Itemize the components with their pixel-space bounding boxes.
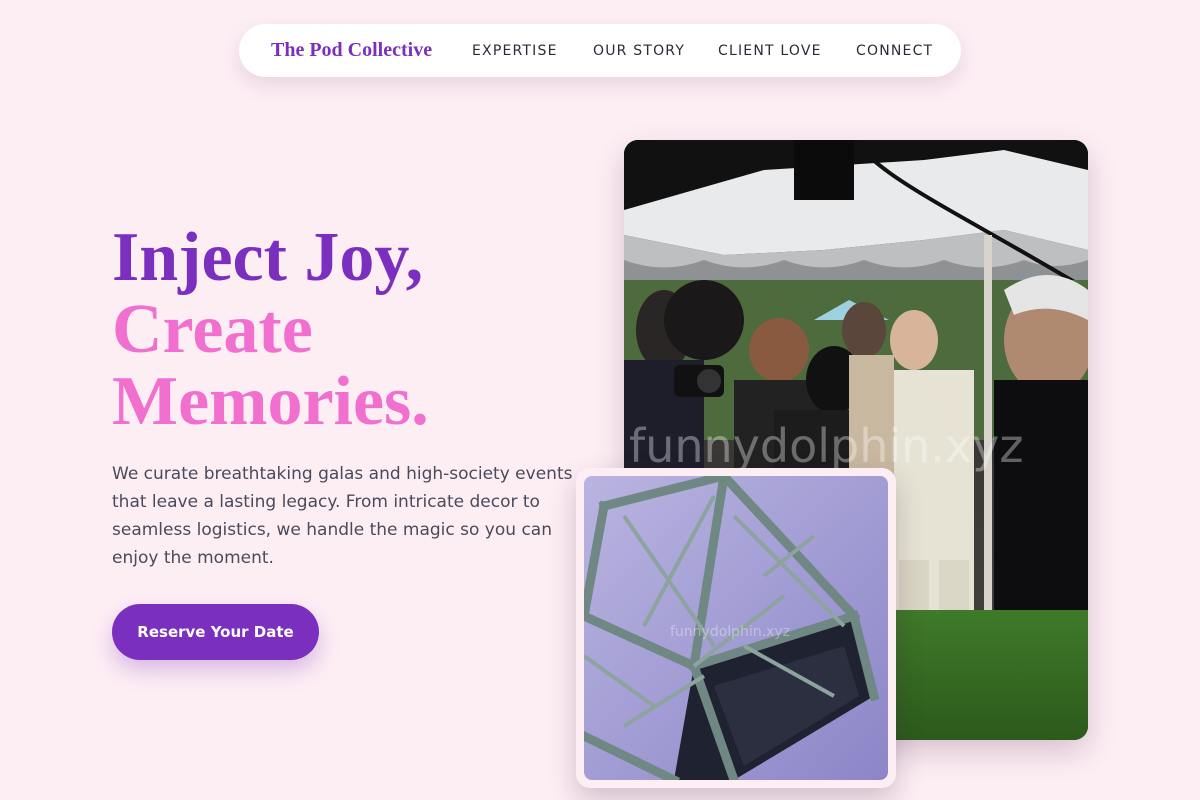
main-photo-watermark: funnydolphin.xyz: [629, 419, 1024, 473]
reserve-date-button[interactable]: Reserve Your Date: [112, 604, 319, 660]
hero-headline: Inject Joy, Create Memories.: [112, 222, 429, 438]
headline-line-1: Inject Joy,: [112, 219, 424, 296]
headline-line-2: Create: [112, 291, 313, 368]
nav-link-our-story[interactable]: OUR STORY: [593, 43, 685, 59]
small-photo-watermark: funnydolphin.xyz: [670, 624, 790, 640]
nav-link-expertise[interactable]: EXPERTISE: [472, 43, 558, 59]
brand-logo[interactable]: The Pod Collective: [271, 39, 432, 62]
hero-description: We curate breathtaking galas and high-so…: [112, 464, 573, 568]
headline-line-3: Memories.: [112, 363, 429, 440]
nav-link-client-love[interactable]: CLIENT LOVE: [718, 43, 822, 59]
truss-photo: funnydolphin.xyz: [584, 476, 888, 780]
top-nav: The Pod Collective EXPERTISE OUR STORY C…: [239, 24, 961, 77]
truss-photo-card: funnydolphin.xyz: [576, 468, 896, 788]
nav-link-connect[interactable]: CONNECT: [856, 43, 933, 59]
